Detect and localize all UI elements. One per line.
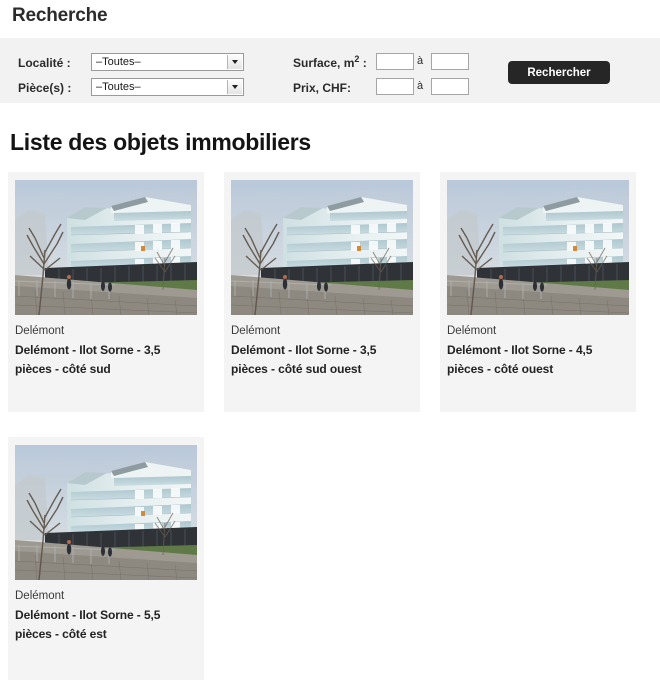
- locality-select-value: –Toutes–: [96, 56, 141, 68]
- property-thumbnail[interactable]: [231, 180, 413, 315]
- list-item-locality: Delémont: [15, 325, 65, 337]
- surface-label: Surface, m2 :: [293, 55, 367, 71]
- price-min-input[interactable]: [376, 78, 414, 95]
- list-item-locality: Delémont: [447, 325, 497, 337]
- list-item-title[interactable]: Delémont - Ilot Sorne - 3,5 pièces - côt…: [15, 341, 197, 379]
- list-item-locality: Delémont: [231, 325, 281, 337]
- surface-max-input[interactable]: [431, 53, 469, 70]
- surface-min-input[interactable]: [376, 53, 414, 70]
- list-item-locality: Delémont: [15, 590, 65, 602]
- search-submit-button[interactable]: Rechercher: [508, 61, 610, 84]
- locality-label: Localité :: [18, 56, 71, 70]
- rooms-label: Pièce(s) :: [18, 81, 72, 95]
- list-item[interactable]: Delémont Delémont - Ilot Sorne - 3,5 piè…: [224, 172, 420, 412]
- locality-select[interactable]: –Toutes–: [91, 53, 244, 71]
- property-thumbnail[interactable]: [15, 445, 197, 580]
- chevron-down-icon: [227, 80, 242, 94]
- list-item-title[interactable]: Delémont - Ilot Sorne - 5,5 pièces - côt…: [15, 606, 197, 644]
- price-max-input[interactable]: [431, 78, 469, 95]
- list-item[interactable]: Delémont Delémont - Ilot Sorne - 5,5 piè…: [8, 437, 204, 680]
- surface-label-text: Surface, m: [293, 56, 355, 70]
- surface-range-separator: à: [417, 55, 424, 67]
- rooms-select-value: –Toutes–: [96, 81, 141, 93]
- list-item-title[interactable]: Delémont - Ilot Sorne - 4,5 pièces - côt…: [447, 341, 629, 379]
- chevron-down-icon: [227, 55, 242, 69]
- page-title: Liste des objets immobiliers: [10, 129, 311, 155]
- list-item-title[interactable]: Delémont - Ilot Sorne - 3,5 pièces - côt…: [231, 341, 413, 379]
- price-range-separator: à: [417, 80, 424, 92]
- surface-label-suffix: :: [359, 56, 367, 70]
- rooms-select[interactable]: –Toutes–: [91, 78, 244, 96]
- property-thumbnail[interactable]: [15, 180, 197, 315]
- price-label: Prix, CHF:: [293, 81, 352, 95]
- list-item[interactable]: Delémont Delémont - Ilot Sorne - 3,5 piè…: [8, 172, 204, 412]
- list-item[interactable]: Delémont Delémont - Ilot Sorne - 4,5 piè…: [440, 172, 636, 412]
- property-thumbnail[interactable]: [447, 180, 629, 315]
- search-heading: Recherche: [12, 5, 108, 26]
